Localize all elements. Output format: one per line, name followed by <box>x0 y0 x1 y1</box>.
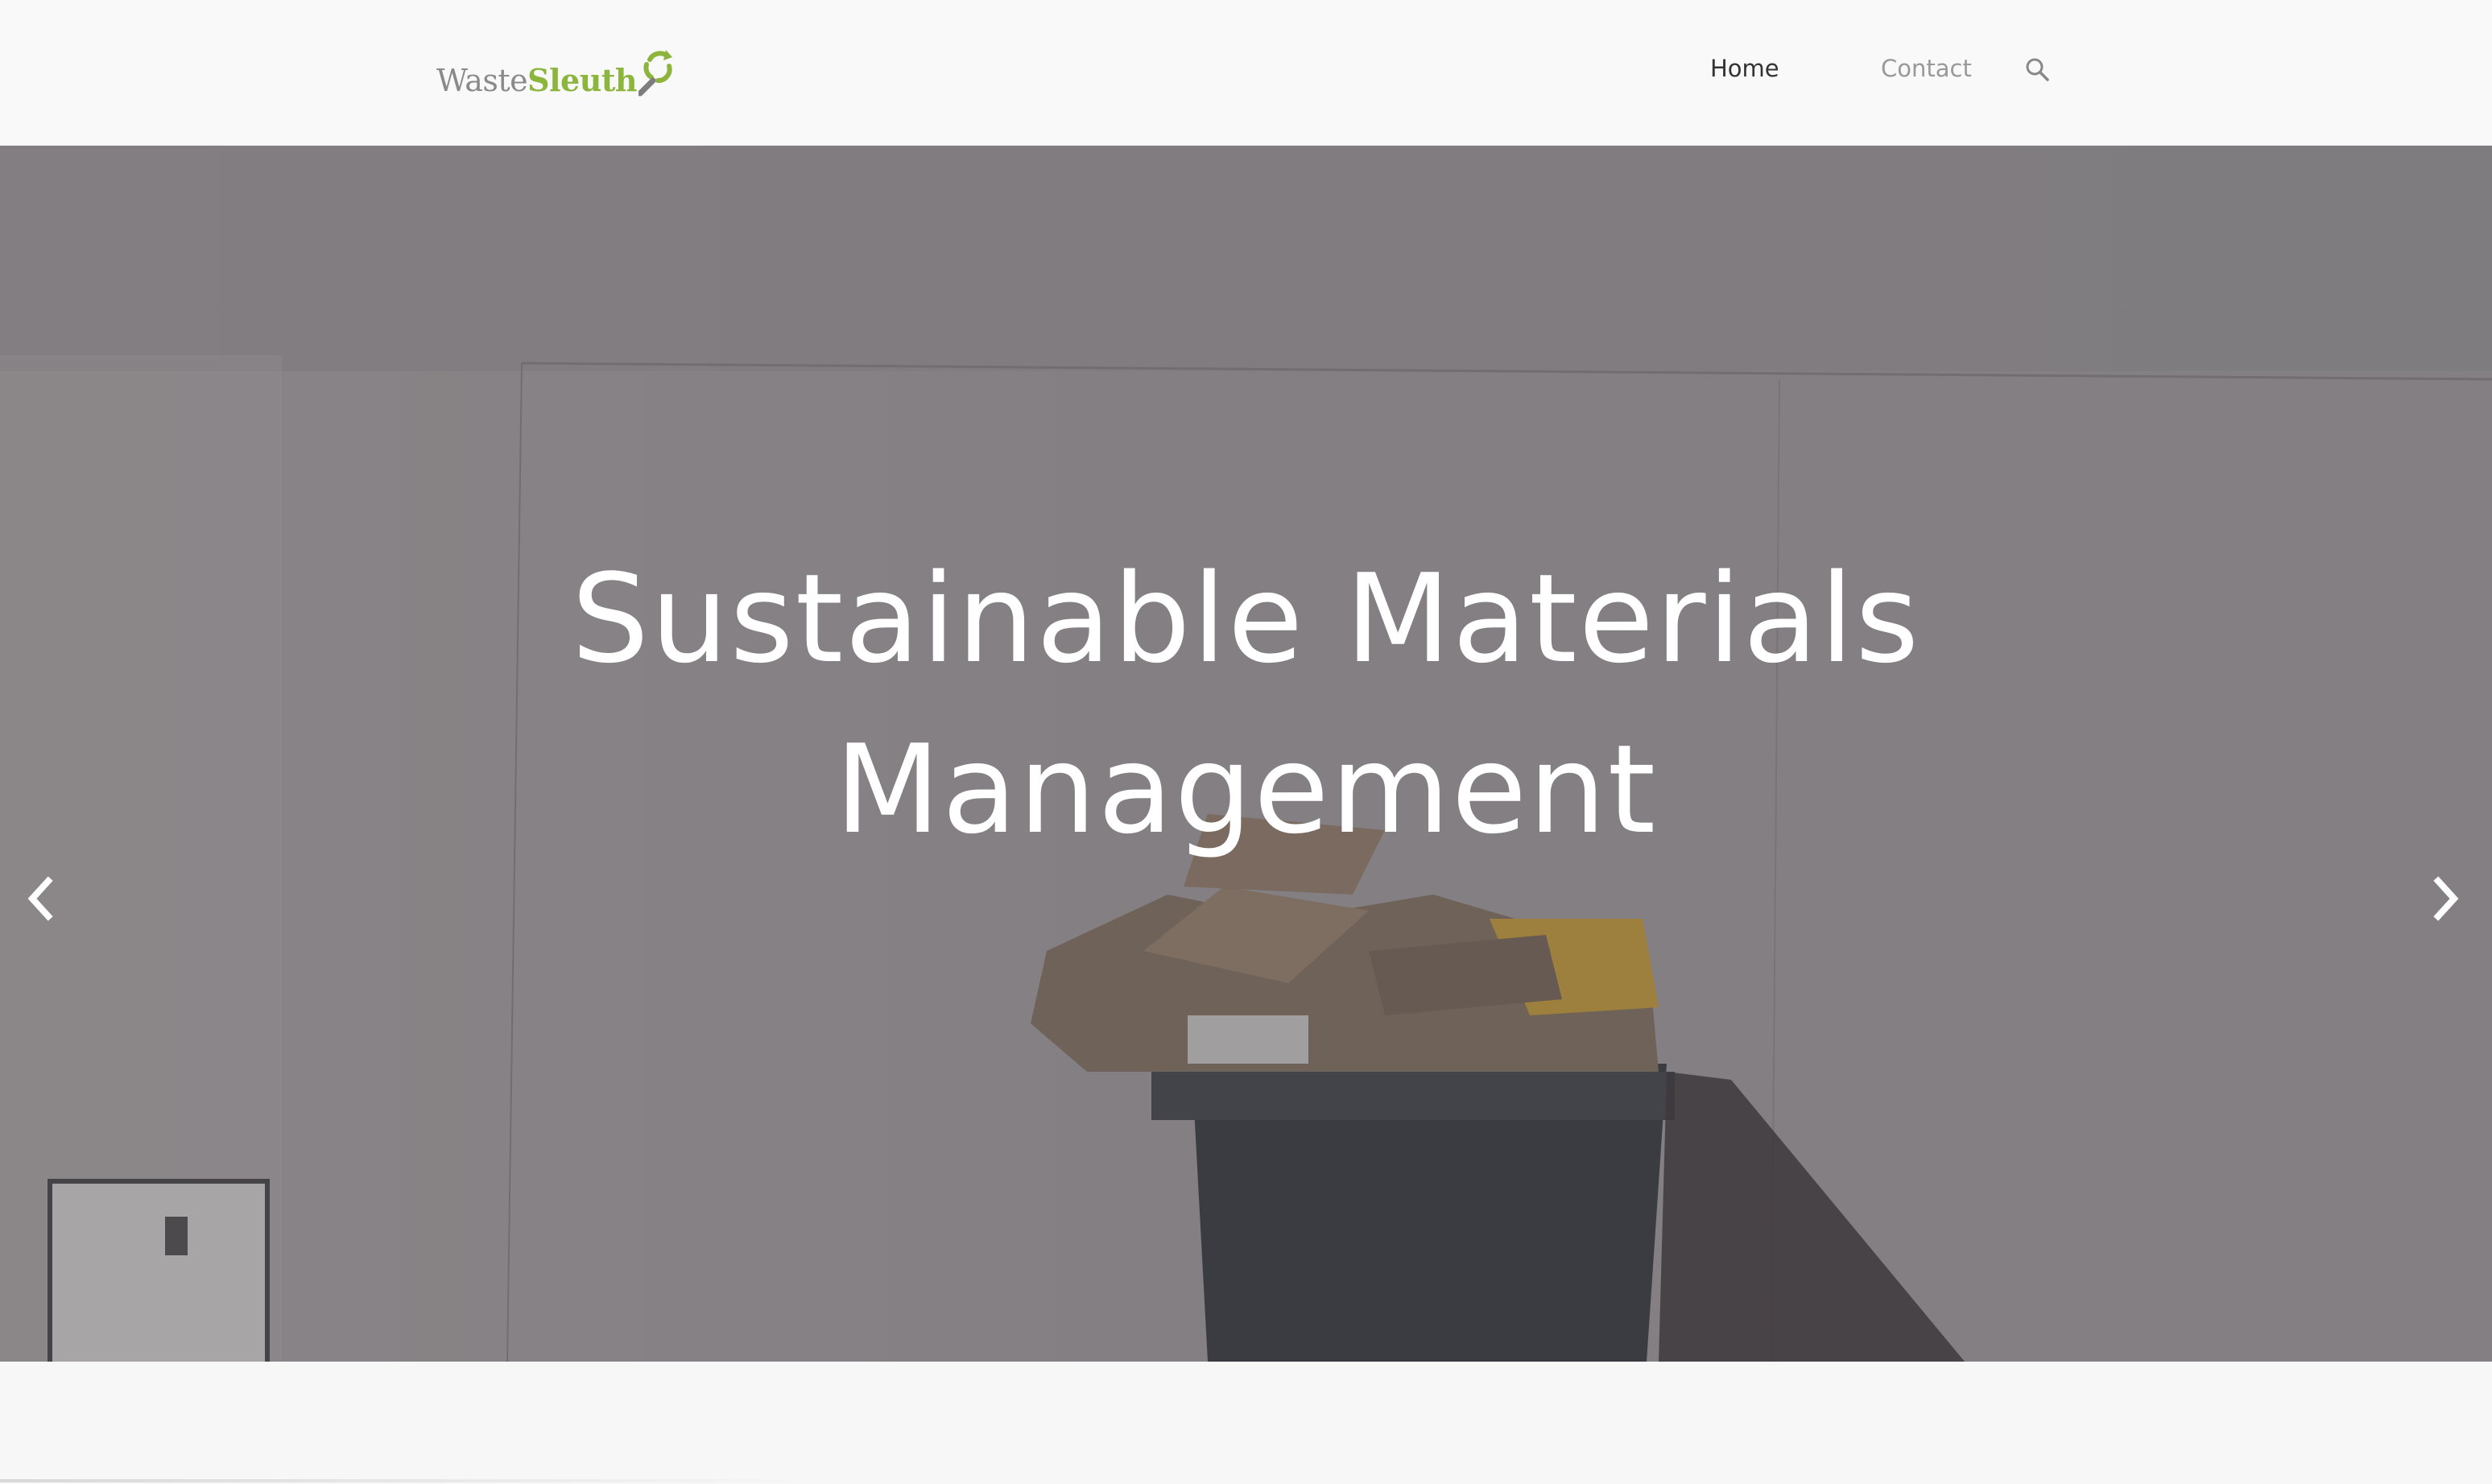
site-header: Waste Sleuth Home Contact <box>0 0 2492 146</box>
chevron-left-icon <box>27 876 53 921</box>
slider-prev-button[interactable] <box>16 866 64 931</box>
hero-title: Sustainable Materials Management <box>0 534 2492 875</box>
site-logo[interactable]: Waste Sleuth <box>436 42 677 98</box>
slider-next-button[interactable] <box>2422 866 2470 931</box>
recycle-magnifier-icon <box>638 50 673 97</box>
chevron-right-icon <box>2433 876 2459 921</box>
hero-title-line-2: Management <box>834 717 1658 861</box>
search-button[interactable] <box>2021 53 2053 85</box>
section-divider <box>0 1479 829 1482</box>
search-icon <box>2026 58 2049 81</box>
hero-title-line-1: Sustainable Materials <box>571 547 1921 690</box>
logo-text-waste: Waste <box>436 63 528 98</box>
page: Waste Sleuth Home Contact Sustainable Ma… <box>0 0 2492 1484</box>
logo-text-sleuth: Sleuth <box>527 62 638 98</box>
nav-contact-link[interactable]: Contact <box>1881 55 1972 82</box>
nav-home-link[interactable]: Home <box>1710 55 1779 82</box>
hero-slider: Sustainable Materials Management <box>0 146 2492 1362</box>
content-section <box>0 1362 2492 1484</box>
